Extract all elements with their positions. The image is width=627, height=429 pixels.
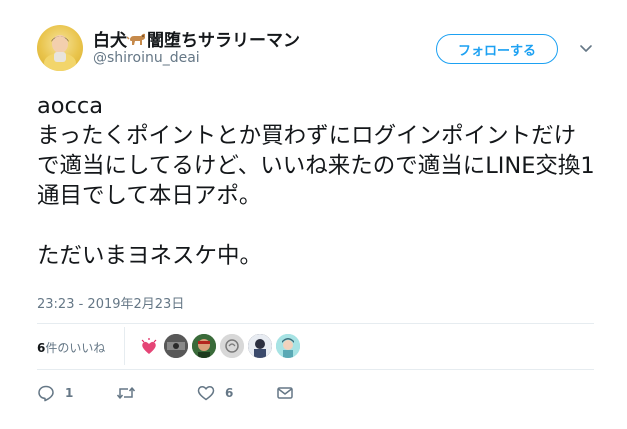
divider-top (37, 323, 594, 324)
display-name-suffix: 闇堕ちサラリーマン (147, 31, 300, 51)
dog-emoji-icon (126, 31, 147, 51)
envelope-icon (276, 384, 294, 402)
retweet-action[interactable] (116, 384, 146, 402)
liker-4-avatar[interactable] (248, 334, 272, 358)
display-name-prefix: 白犬 (93, 31, 127, 51)
chevron-down-icon[interactable] (578, 40, 594, 56)
liker-1-avatar[interactable] (164, 334, 188, 358)
display-name[interactable]: 白犬 闇堕ちサラリーマン (93, 26, 300, 51)
tweet-timestamp[interactable]: 23:23 - 2019年2月23日 (37, 293, 184, 312)
reply-count: 1 (65, 386, 74, 400)
liker-3-avatar[interactable] (220, 334, 244, 358)
like-action[interactable]: 6 (197, 384, 233, 402)
reply-action[interactable]: 1 (37, 384, 73, 402)
tweet-text: aocca まったくポイントとか買わずにログインポイントだけで適当にしてるけど、… (37, 93, 595, 269)
profile-avatar[interactable] (37, 25, 83, 71)
user-handle[interactable]: @shiroinu_deai (93, 50, 200, 66)
message-action[interactable] (276, 384, 294, 402)
likes-count[interactable]: 6件のいいね (37, 339, 105, 356)
liker-5-avatar[interactable] (276, 334, 300, 358)
reply-icon (37, 384, 55, 402)
liker-2-avatar[interactable] (192, 334, 216, 358)
likes-divider (124, 327, 125, 365)
like-sparkle-icon (137, 334, 161, 358)
likes-count-label: 件のいいね (45, 341, 106, 355)
divider-bottom (37, 369, 594, 370)
like-count: 6 (225, 386, 234, 400)
follow-button[interactable]: フォローする (436, 34, 558, 64)
retweet-icon (116, 384, 136, 402)
heart-icon (197, 384, 215, 402)
